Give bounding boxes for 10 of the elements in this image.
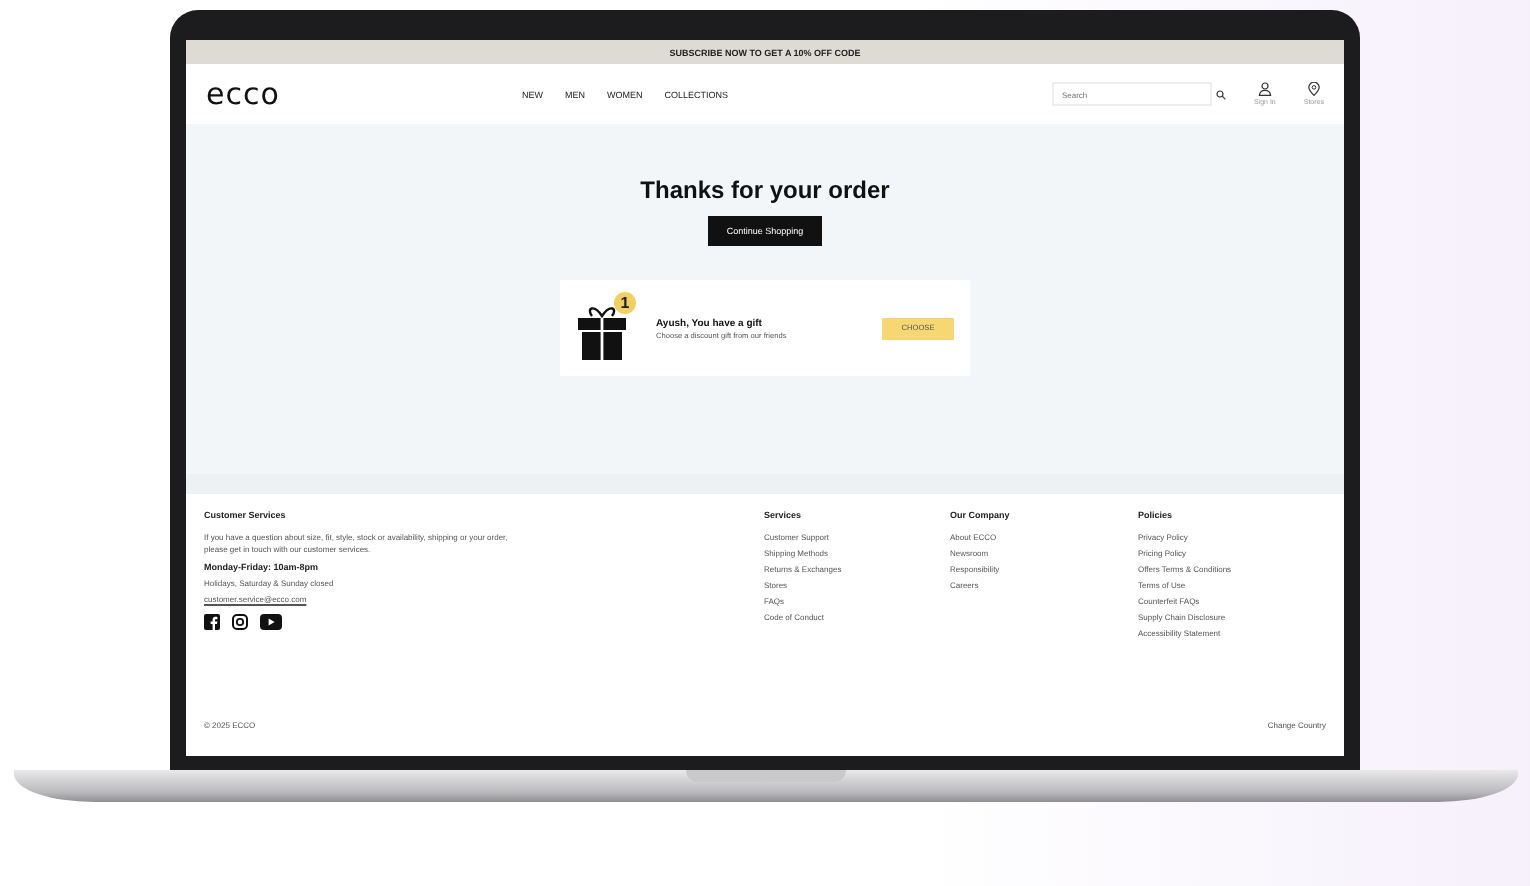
gift-count-badge: 1 xyxy=(614,292,636,314)
person-icon xyxy=(1257,82,1272,96)
location-pin-icon xyxy=(1307,82,1320,96)
youtube-icon[interactable] xyxy=(260,613,282,630)
gift-box-icon xyxy=(576,304,628,360)
brand-logo[interactable]: ecco xyxy=(206,76,506,112)
instagram-icon[interactable] xyxy=(232,613,248,630)
facebook-icon[interactable] xyxy=(204,613,220,630)
search-icon[interactable] xyxy=(1215,89,1226,99)
page-title: Thanks for your order xyxy=(640,176,890,204)
